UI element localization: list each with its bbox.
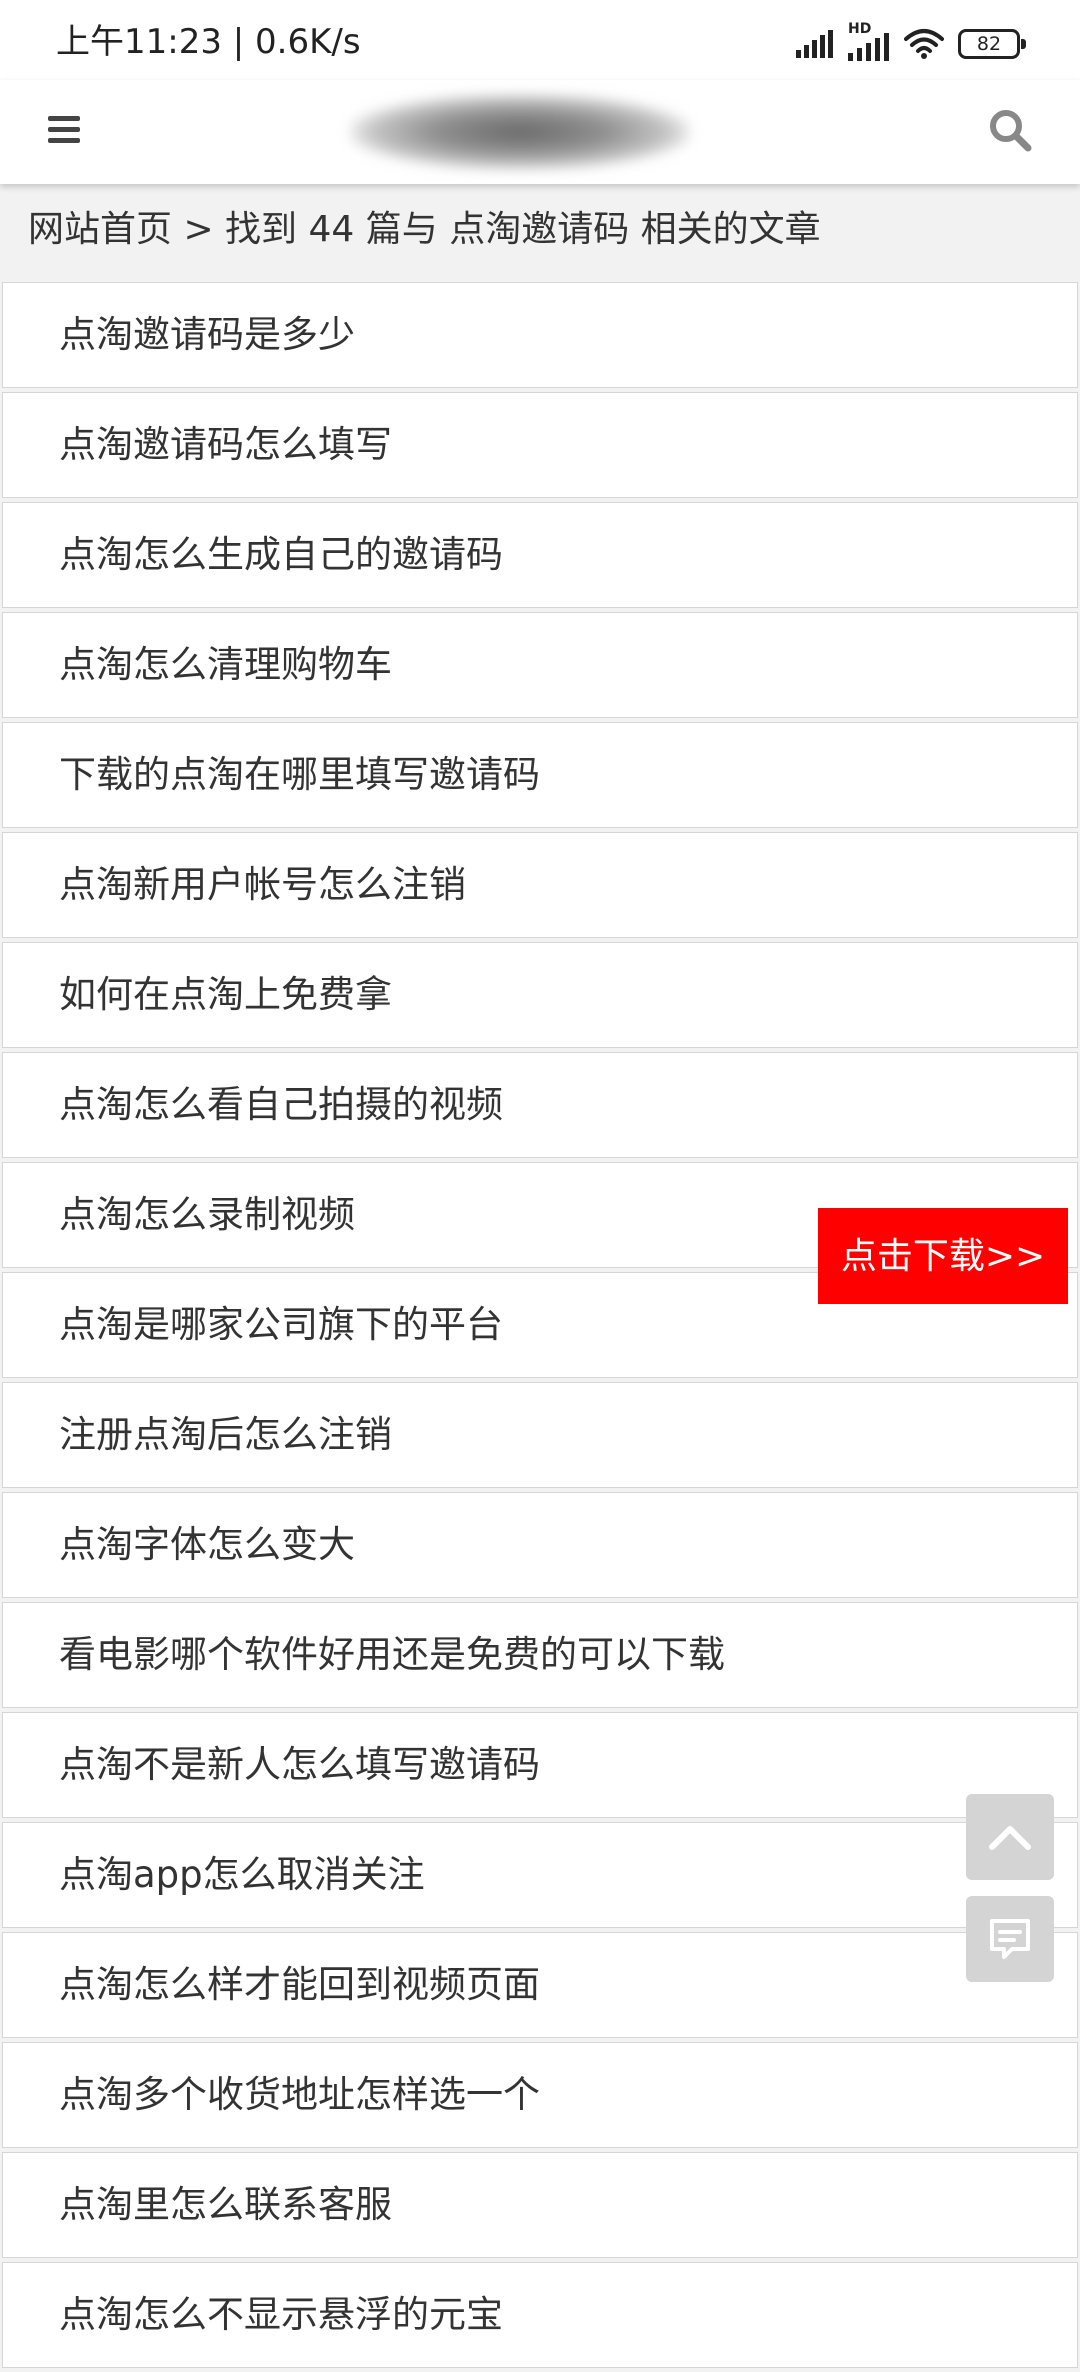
list-item-title[interactable]: 点淘怎么不显示悬浮的元宝	[59, 2291, 503, 2339]
list-item-title[interactable]: 如何在点淘上免费拿	[59, 971, 392, 1019]
list-item[interactable]: 注册点淘后怎么注销	[2, 1382, 1078, 1488]
download-button[interactable]: 点击下载>>	[818, 1208, 1068, 1304]
list-item[interactable]: 点淘新用户帐号怎么注销	[2, 832, 1078, 938]
list-item-title[interactable]: 看电影哪个软件好用还是免费的可以下载	[59, 1631, 725, 1679]
list-item-title[interactable]: 点淘里怎么联系客服	[59, 2181, 392, 2229]
menu-icon-bar	[48, 116, 80, 121]
list-item[interactable]: 点淘不是新人怎么填写邀请码	[2, 1712, 1078, 1818]
back-to-top-button[interactable]	[966, 1794, 1054, 1880]
list-item[interactable]: 如何在点淘上免费拿	[2, 942, 1078, 1048]
list-item-title[interactable]: 点淘不是新人怎么填写邀请码	[59, 1741, 540, 1789]
hd-signal-icon: HD	[848, 21, 890, 61]
status-bar: 上午11:23 | 0.6K/s HD 82	[0, 0, 1080, 80]
menu-button[interactable]	[44, 106, 92, 154]
list-item[interactable]: 点淘里怎么联系客服	[2, 2152, 1078, 2258]
menu-icon-bar	[48, 138, 80, 143]
list-item[interactable]: 点淘多个收货地址怎样选一个	[2, 2042, 1078, 2148]
list-item[interactable]: 点淘怎么生成自己的邀请码	[2, 502, 1078, 608]
list-item[interactable]: 点淘怎么看自己拍摄的视频	[2, 1052, 1078, 1158]
list-item-title[interactable]: 点淘邀请码怎么填写	[59, 421, 392, 469]
list-item[interactable]: 点淘邀请码怎么填写	[2, 392, 1078, 498]
list-item-title[interactable]: 点淘多个收货地址怎样选一个	[59, 2071, 540, 2119]
battery-icon: 82	[958, 29, 1026, 59]
list-item-title[interactable]: 点淘字体怎么变大	[59, 1521, 355, 1569]
list-item-title[interactable]: 点淘怎么样才能回到视频页面	[59, 1961, 540, 2009]
search-button[interactable]	[984, 104, 1040, 160]
list-item-title[interactable]: 点淘app怎么取消关注	[59, 1851, 425, 1899]
site-logo[interactable]	[350, 94, 690, 170]
breadcrumb: 网站首页 > 找到 44 篇与 点淘邀请码 相关的文章	[0, 184, 1080, 280]
chevron-up-icon	[989, 1826, 1031, 1850]
list-item[interactable]: 点淘字体怎么变大	[2, 1492, 1078, 1598]
menu-icon-bar	[48, 127, 80, 132]
list-item[interactable]: 点淘怎么不显示悬浮的元宝	[2, 2262, 1078, 2368]
breadcrumb-text: 网站首页 > 找到 44 篇与 点淘邀请码 相关的文章	[28, 209, 821, 250]
list-item-title[interactable]: 下载的点淘在哪里填写邀请码	[59, 751, 540, 799]
article-list: 点淘邀请码是多少 点淘邀请码怎么填写 点淘怎么生成自己的邀请码 点淘怎么清理购物…	[2, 282, 1078, 2372]
list-item[interactable]: 点淘怎么样才能回到视频页面	[2, 1932, 1078, 2038]
search-icon	[990, 110, 1032, 152]
comment-icon	[990, 1919, 1030, 1959]
list-item[interactable]: 下载的点淘在哪里填写邀请码	[2, 722, 1078, 828]
list-item[interactable]: 点淘app怎么取消关注	[2, 1822, 1078, 1928]
list-item-title[interactable]: 点淘怎么录制视频	[59, 1191, 355, 1239]
wifi-icon	[904, 29, 944, 59]
list-item-title[interactable]: 注册点淘后怎么注销	[59, 1411, 392, 1459]
list-item-title[interactable]: 点淘怎么生成自己的邀请码	[59, 531, 503, 579]
list-item-title[interactable]: 点淘邀请码是多少	[59, 311, 355, 359]
status-time: 上午11:23 | 0.6K/s	[56, 22, 361, 62]
list-item-title[interactable]: 点淘新用户帐号怎么注销	[59, 861, 466, 909]
status-icons: HD 82	[796, 21, 1026, 64]
list-item[interactable]: 点淘邀请码是多少	[2, 282, 1078, 388]
list-item[interactable]: 点淘怎么清理购物车	[2, 612, 1078, 718]
site-header	[0, 80, 1080, 184]
feedback-button[interactable]	[966, 1896, 1054, 1982]
list-item-title[interactable]: 点淘怎么清理购物车	[59, 641, 392, 689]
signal-icon	[796, 30, 833, 58]
list-item-title[interactable]: 点淘是哪家公司旗下的平台	[59, 1301, 503, 1349]
list-item[interactable]: 看电影哪个软件好用还是免费的可以下载	[2, 1602, 1078, 1708]
list-item-title[interactable]: 点淘怎么看自己拍摄的视频	[59, 1081, 503, 1129]
